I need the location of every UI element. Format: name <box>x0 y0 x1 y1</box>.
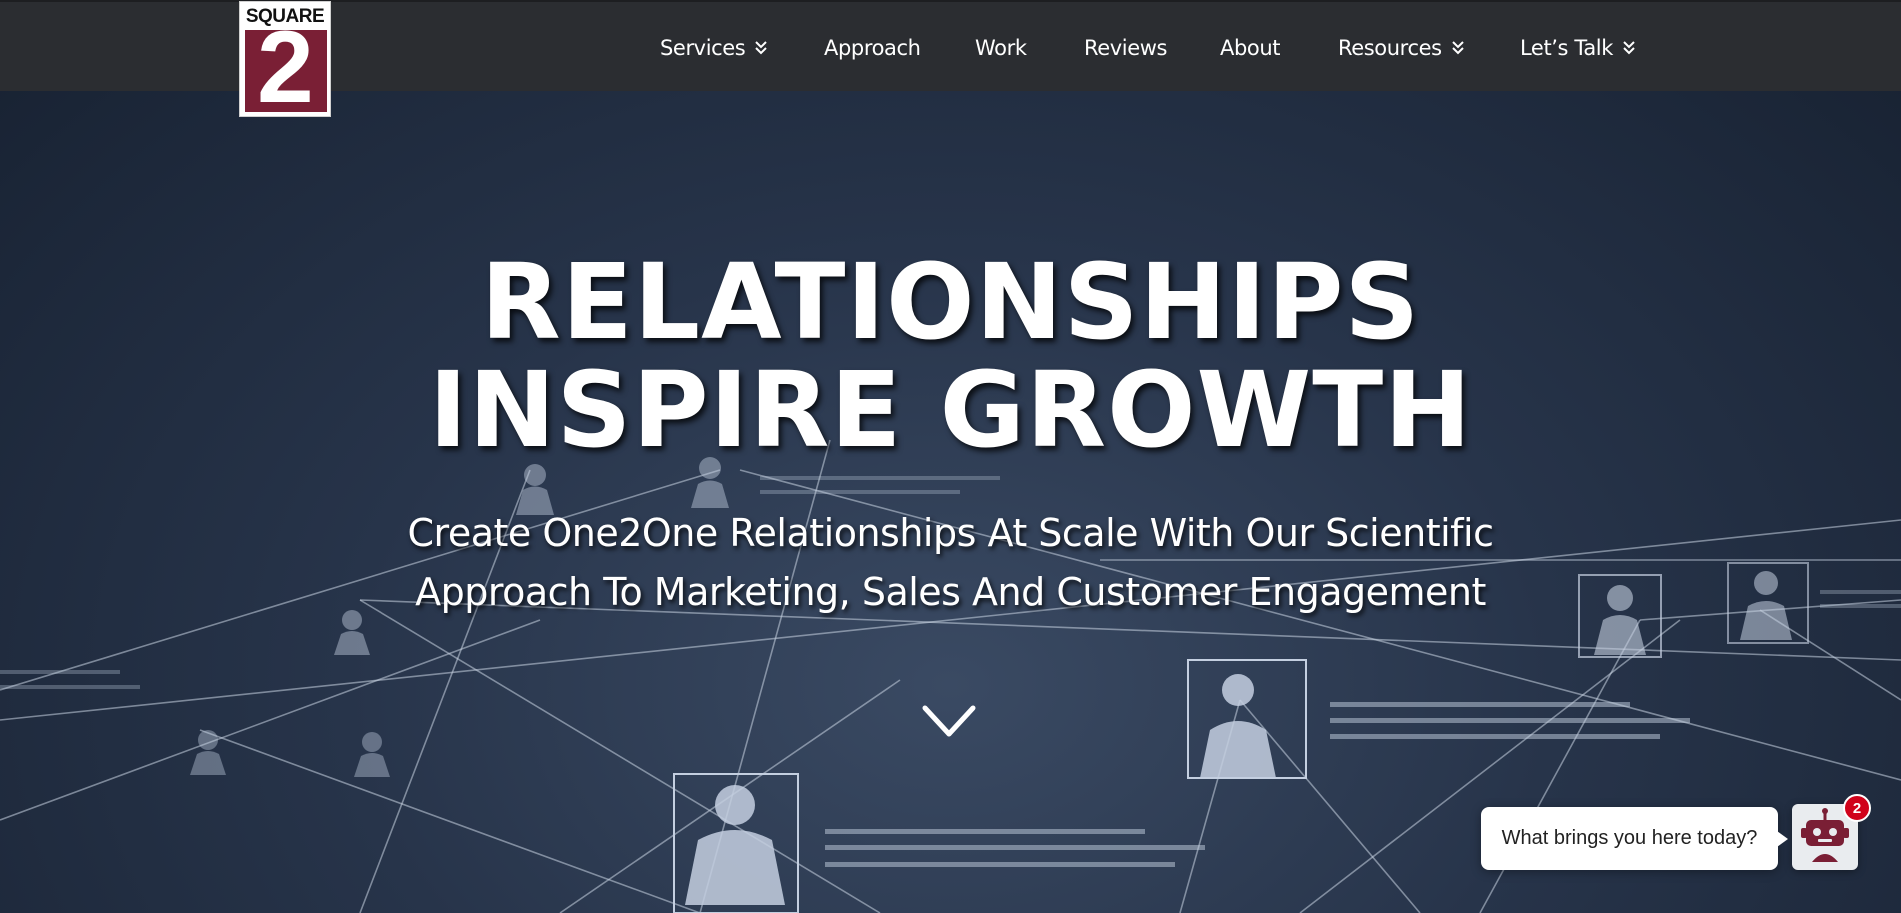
nav-item-reviews[interactable]: Reviews <box>1084 2 1167 93</box>
nav-item-label: Let’s Talk <box>1520 35 1613 60</box>
square2-logo[interactable]: SQUARE 2 <box>239 1 331 117</box>
chat-prompt-text: What brings you here today? <box>1501 827 1758 849</box>
double-chevron-down-icon <box>1451 40 1464 54</box>
hero-subheadline-line2: Approach To Marketing, Sales And Custome… <box>415 570 1486 614</box>
nav-item-about[interactable]: About <box>1220 2 1280 93</box>
hero-headline-line2: INSPIRE GROWTH <box>428 349 1473 471</box>
nav-item-label: Work <box>975 35 1027 60</box>
nav-item-label: Approach <box>824 35 921 60</box>
nav-item-work[interactable]: Work <box>975 2 1027 93</box>
chevron-down-icon[interactable] <box>921 702 977 742</box>
logo-digit: 2 <box>257 30 314 112</box>
logo-wordmark: SQUARE <box>245 6 325 27</box>
double-chevron-down-icon <box>1623 40 1635 54</box>
notification-badge: 2 <box>1843 794 1871 822</box>
hero-headline-line1: RELATIONSHIPS <box>480 241 1421 363</box>
nav-item-resources[interactable]: Resources <box>1338 2 1465 93</box>
logo-mark: 2 <box>245 30 327 112</box>
nav-item-label: Resources <box>1338 35 1442 60</box>
hero-subheadline-line1: Create One2One Relationships At Scale Wi… <box>407 511 1495 555</box>
nav-item-lets-talk[interactable]: Let’s Talk <box>1520 2 1636 93</box>
chat-prompt-bubble[interactable]: What brings you here today? <box>1481 807 1788 870</box>
nav-item-label: Reviews <box>1084 35 1168 60</box>
nav-item-label: Services <box>660 35 746 60</box>
double-chevron-down-icon <box>755 40 768 54</box>
nav-item-services[interactable]: Services <box>660 2 768 93</box>
nav-item-approach[interactable]: Approach <box>824 2 921 93</box>
nav-item-label: About <box>1220 35 1281 60</box>
